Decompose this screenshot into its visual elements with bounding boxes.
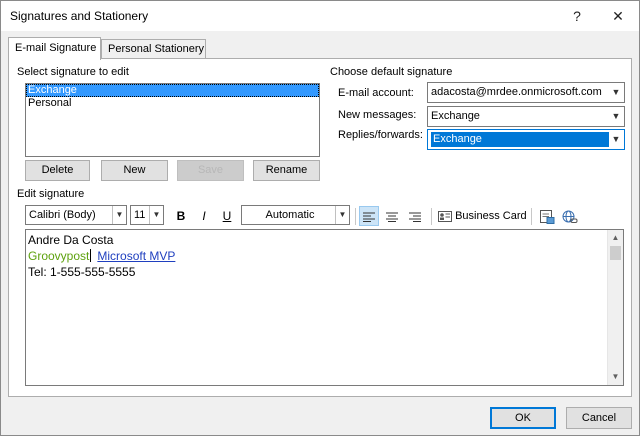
chevron-down-icon: ▼: [611, 87, 621, 97]
chevron-down-icon: ▼: [112, 206, 126, 224]
text-cursor: [90, 249, 92, 262]
align-left-button[interactable]: [359, 206, 379, 226]
align-right-icon: [409, 212, 421, 222]
close-button[interactable]: ✕: [607, 5, 629, 27]
groovypost-text: Groovypost: [28, 249, 90, 263]
tab-email-signature-label: E-mail Signature: [15, 42, 97, 54]
tab-personal-stationery[interactable]: Personal Stationery: [101, 39, 206, 59]
signature-editor[interactable]: Andre Da Costa Groovypost Microsoft MVP T…: [25, 229, 624, 386]
delete-button[interactable]: Delete: [25, 160, 90, 181]
email-account-label: E-mail account:: [338, 87, 414, 99]
tab-email-signature[interactable]: E-mail Signature: [8, 37, 101, 60]
align-center-button[interactable]: [382, 206, 402, 226]
font-name-select[interactable]: Calibri (Body) ▼: [25, 205, 127, 225]
font-size-select[interactable]: 11 ▼: [130, 205, 164, 225]
vertical-scrollbar[interactable]: ▲ ▼: [607, 230, 623, 385]
list-item[interactable]: Personal: [26, 97, 319, 110]
scroll-up-icon[interactable]: ▲: [608, 230, 623, 246]
new-messages-select[interactable]: Exchange ▼: [427, 106, 625, 127]
list-item[interactable]: Exchange: [26, 84, 319, 97]
email-account-select[interactable]: adacosta@mrdee.onmicrosoft.com ▼: [427, 82, 625, 103]
font-color-value: Automatic: [265, 209, 315, 221]
new-messages-label: New messages:: [338, 109, 417, 121]
insert-picture-button[interactable]: [537, 206, 557, 226]
replies-forwards-select[interactable]: Exchange ▼: [427, 129, 625, 150]
email-account-value: adacosta@mrdee.onmicrosoft.com: [431, 86, 602, 98]
chevron-down-icon: ▼: [611, 134, 621, 144]
chevron-down-icon: ▼: [149, 206, 163, 224]
scroll-thumb[interactable]: [610, 246, 621, 260]
cancel-button[interactable]: Cancel: [566, 407, 632, 429]
toolbar-divider: [431, 208, 432, 225]
title-bar: Signatures and Stationery ? ✕: [1, 1, 639, 31]
picture-icon: [539, 209, 554, 224]
font-name-value: Calibri (Body): [29, 209, 96, 221]
new-messages-value: Exchange: [431, 110, 480, 122]
toolbar-divider: [355, 208, 356, 225]
signature-listbox[interactable]: Exchange Personal: [25, 83, 320, 157]
chevron-down-icon: ▼: [335, 206, 349, 224]
globe-link-icon: [562, 210, 578, 223]
select-signature-label: Select signature to edit: [17, 66, 129, 78]
business-card-icon: [438, 210, 452, 222]
rename-button[interactable]: Rename: [253, 160, 320, 181]
insert-hyperlink-button[interactable]: [560, 206, 580, 226]
italic-button[interactable]: I: [194, 206, 214, 226]
signature-text: Andre Da Costa Groovypost Microsoft MVP T…: [28, 232, 175, 280]
new-button[interactable]: New: [101, 160, 168, 181]
font-size-value: 11: [134, 209, 146, 221]
font-color-select[interactable]: Automatic ▼: [241, 205, 350, 225]
ok-button[interactable]: OK: [490, 407, 556, 429]
replies-forwards-value: Exchange: [431, 132, 609, 147]
business-card-button[interactable]: Business Card: [438, 206, 528, 226]
underline-button[interactable]: U: [217, 206, 237, 226]
microsoft-mvp-link[interactable]: Microsoft MVP: [97, 249, 175, 263]
signatures-dialog: Signatures and Stationery ? ✕ E-mail Sig…: [0, 0, 640, 436]
help-button[interactable]: ?: [566, 5, 588, 27]
align-right-button[interactable]: [405, 206, 425, 226]
business-card-label: Business Card: [455, 210, 527, 222]
choose-default-label: Choose default signature: [330, 66, 453, 78]
save-button[interactable]: Save: [177, 160, 244, 181]
edit-signature-label: Edit signature: [17, 188, 85, 200]
toolbar-divider: [531, 208, 532, 225]
scroll-down-icon[interactable]: ▼: [608, 369, 623, 385]
signature-line-2: Groovypost Microsoft MVP: [28, 248, 175, 264]
signature-line-phone: Tel: 1-555-555-5555: [28, 265, 136, 279]
align-center-icon: [386, 212, 398, 222]
replies-forwards-label: Replies/forwards:: [338, 129, 423, 141]
bold-button[interactable]: B: [171, 206, 191, 226]
signature-line-name: Andre Da Costa: [28, 233, 114, 247]
chevron-down-icon: ▼: [611, 111, 621, 121]
align-left-icon: [363, 212, 375, 222]
window-title: Signatures and Stationery: [10, 9, 149, 23]
tab-personal-stationery-label: Personal Stationery: [108, 43, 204, 55]
